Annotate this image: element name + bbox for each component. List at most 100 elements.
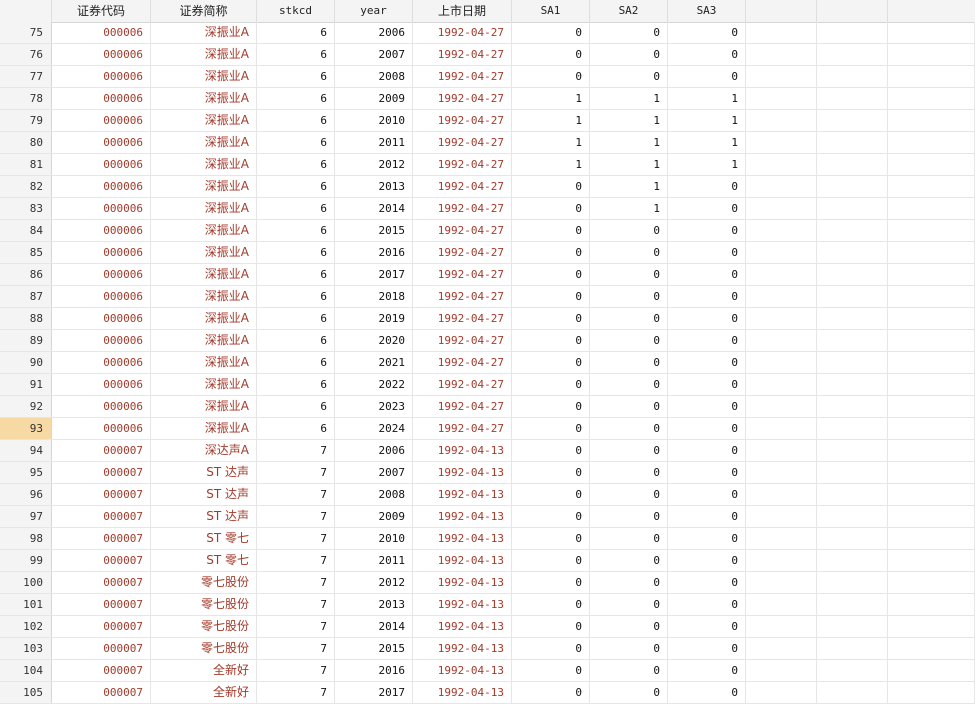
cell-code[interactable]: 000007 [52,616,151,637]
table-row[interactable]: 80 000006 深振业A 6 2011 1992-04-27 1 1 1 [0,132,975,154]
cell-stkcd[interactable]: 6 [257,198,335,219]
cell-name[interactable]: 深振业A [151,154,257,175]
cell-stkcd[interactable]: 6 [257,396,335,417]
cell-listdate[interactable]: 1992-04-13 [413,616,512,637]
cell-sa3[interactable]: 0 [668,286,746,307]
cell-sa1[interactable]: 0 [512,572,590,593]
cell-empty[interactable] [817,220,888,241]
table-row[interactable]: 89 000006 深振业A 6 2020 1992-04-27 0 0 0 [0,330,975,352]
table-row[interactable]: 86 000006 深振业A 6 2017 1992-04-27 0 0 0 [0,264,975,286]
cell-name[interactable]: 深达声A [151,440,257,461]
cell-empty[interactable] [746,242,817,263]
table-row[interactable]: 87 000006 深振业A 6 2018 1992-04-27 0 0 0 [0,286,975,308]
cell-empty[interactable] [746,132,817,153]
cell-year[interactable]: 2015 [335,220,413,241]
cell-stkcd[interactable]: 6 [257,374,335,395]
cell-empty[interactable] [888,462,975,483]
cell-sa3[interactable]: 0 [668,528,746,549]
cell-stkcd[interactable]: 6 [257,264,335,285]
row-number[interactable]: 94 [0,440,52,461]
row-number[interactable]: 104 [0,660,52,681]
cell-listdate[interactable]: 1992-04-27 [413,264,512,285]
cell-empty[interactable] [888,132,975,153]
cell-sa1[interactable]: 0 [512,616,590,637]
cell-name[interactable]: 深振业A [151,264,257,285]
cell-year[interactable]: 2008 [335,484,413,505]
cell-listdate[interactable]: 1992-04-13 [413,506,512,527]
cell-name[interactable]: 深振业A [151,242,257,263]
cell-sa3[interactable]: 0 [668,660,746,681]
cell-stkcd[interactable]: 6 [257,110,335,131]
cell-listdate[interactable]: 1992-04-27 [413,374,512,395]
row-number[interactable]: 89 [0,330,52,351]
row-number[interactable]: 95 [0,462,52,483]
cell-listdate[interactable]: 1992-04-27 [413,44,512,65]
row-number[interactable]: 105 [0,682,52,703]
cell-sa2[interactable]: 0 [590,594,668,615]
cell-sa2[interactable]: 0 [590,220,668,241]
cell-code[interactable]: 000006 [52,44,151,65]
cell-name[interactable]: 深振业A [151,22,257,43]
cell-empty[interactable] [888,44,975,65]
cell-year[interactable]: 2009 [335,88,413,109]
cell-sa3[interactable]: 0 [668,572,746,593]
table-row[interactable]: 88 000006 深振业A 6 2019 1992-04-27 0 0 0 [0,308,975,330]
cell-sa3[interactable]: 0 [668,176,746,197]
row-number[interactable]: 93 [0,418,52,439]
cell-name[interactable]: 深振业A [151,88,257,109]
cell-sa3[interactable]: 0 [668,418,746,439]
table-row[interactable]: 84 000006 深振业A 6 2015 1992-04-27 0 0 0 [0,220,975,242]
cell-stkcd[interactable]: 6 [257,308,335,329]
cell-empty[interactable] [746,462,817,483]
cell-code[interactable]: 000007 [52,638,151,659]
cell-sa2[interactable]: 1 [590,154,668,175]
cell-empty[interactable] [888,484,975,505]
cell-empty[interactable] [746,176,817,197]
cell-empty[interactable] [817,176,888,197]
cell-sa1[interactable]: 1 [512,110,590,131]
cell-sa1[interactable]: 0 [512,682,590,703]
table-row[interactable]: 91 000006 深振业A 6 2022 1992-04-27 0 0 0 [0,374,975,396]
cell-sa1[interactable]: 0 [512,198,590,219]
cell-code[interactable]: 000006 [52,88,151,109]
cell-stkcd[interactable]: 7 [257,660,335,681]
cell-empty[interactable] [817,154,888,175]
cell-code[interactable]: 000007 [52,660,151,681]
cell-empty[interactable] [746,110,817,131]
cell-empty[interactable] [888,418,975,439]
row-number[interactable]: 98 [0,528,52,549]
cell-code[interactable]: 000007 [52,462,151,483]
cell-sa2[interactable]: 0 [590,396,668,417]
cell-empty[interactable] [746,550,817,571]
cell-name[interactable]: ST 达声 [151,506,257,527]
cell-year[interactable]: 2017 [335,682,413,703]
cell-sa2[interactable]: 0 [590,418,668,439]
cell-empty[interactable] [746,594,817,615]
cell-name[interactable]: 深振业A [151,308,257,329]
cell-year[interactable]: 2016 [335,242,413,263]
cell-empty[interactable] [817,594,888,615]
cell-sa3[interactable]: 0 [668,308,746,329]
cell-sa1[interactable]: 0 [512,440,590,461]
row-number[interactable]: 83 [0,198,52,219]
cell-year[interactable]: 2012 [335,154,413,175]
cell-sa2[interactable]: 0 [590,44,668,65]
cell-year[interactable]: 2023 [335,396,413,417]
cell-name[interactable]: 深振业A [151,132,257,153]
cell-name[interactable]: 深振业A [151,176,257,197]
cell-year[interactable]: 2010 [335,528,413,549]
cell-year[interactable]: 2006 [335,22,413,43]
cell-empty[interactable] [746,682,817,703]
cell-name[interactable]: 深振业A [151,44,257,65]
cell-stkcd[interactable]: 6 [257,154,335,175]
table-row[interactable]: 94 000007 深达声A 7 2006 1992-04-13 0 0 0 [0,440,975,462]
cell-sa3[interactable]: 0 [668,440,746,461]
cell-listdate[interactable]: 1992-04-13 [413,572,512,593]
cell-year[interactable]: 2006 [335,440,413,461]
cell-empty[interactable] [888,374,975,395]
cell-sa3[interactable]: 0 [668,374,746,395]
cell-listdate[interactable]: 1992-04-27 [413,176,512,197]
row-number[interactable]: 85 [0,242,52,263]
cell-empty[interactable] [888,330,975,351]
cell-name[interactable]: ST 达声 [151,462,257,483]
